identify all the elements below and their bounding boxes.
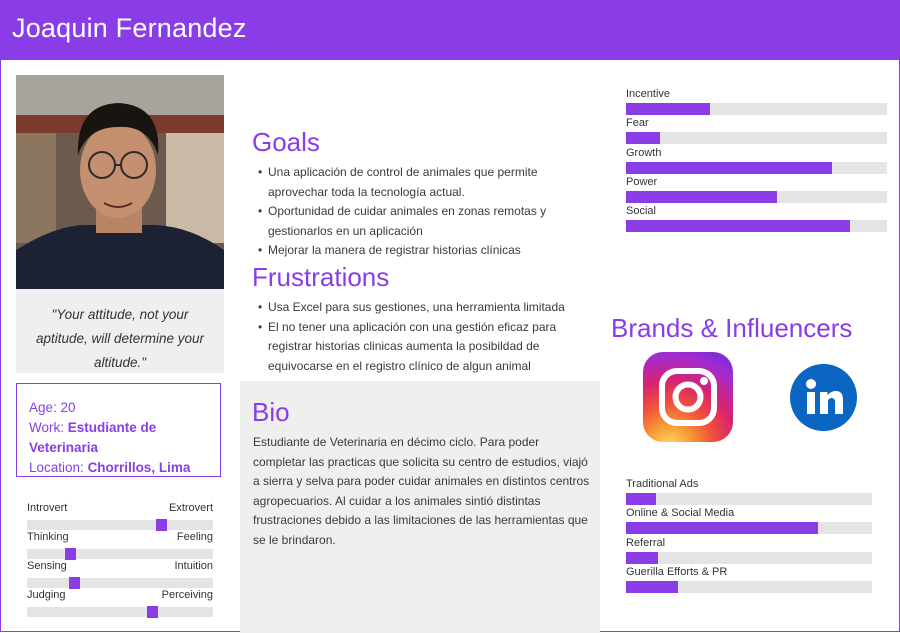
channel-fill (626, 493, 656, 505)
persona-quote: "Your attitude, not your aptitude, will … (35, 307, 205, 370)
channel-fill (626, 522, 818, 534)
channel-label: Online & Social Media (626, 507, 735, 519)
trait-right-label: Perceiving (161, 589, 213, 601)
motivation-fill (626, 103, 710, 115)
trait-right-label: Extrovert (168, 502, 213, 514)
motivation-fill (626, 132, 660, 144)
bio-text: Estudiante de Veterinaria en décimo cicl… (253, 435, 590, 547)
location-row: Location: Chorrillos, Lima (29, 458, 220, 478)
channel-label: Referral (626, 537, 666, 549)
channel-fill (626, 581, 678, 593)
brands-title: Brands & Influencers (611, 313, 853, 343)
motivation-fill (626, 162, 833, 174)
trait-left-label: Judging (27, 589, 66, 601)
goal-item: Una aplicación de control de animales qu… (252, 163, 592, 202)
frustrations-list: Usa Excel para sus gestiones, una herram… (252, 298, 592, 376)
location-label: Location: (29, 460, 84, 475)
trait-track (27, 519, 213, 531)
channel-fill (626, 552, 658, 564)
goals-title: Goals (252, 127, 320, 157)
channel-online-social: Online & Social Media (626, 507, 872, 534)
instagram-logo-icon (643, 352, 733, 442)
motivation-fear: Fear (626, 117, 887, 144)
goal-item: Mejorar la manera de registrar historias… (252, 241, 592, 261)
trait-right-label: Intuition (174, 560, 213, 572)
trait-left-label: Thinking (27, 531, 69, 543)
trait-right-label: Feeling (176, 531, 213, 543)
channel-guerilla: Guerilla Efforts & PR (626, 566, 872, 593)
trait-track (27, 548, 213, 560)
motivation-track (626, 191, 887, 203)
trait-marker (146, 606, 158, 618)
location-value: Chorrillos, Lima (87, 460, 191, 475)
trait-track (27, 606, 213, 618)
motivation-fill (626, 220, 851, 232)
bio-title: Bio (252, 397, 290, 427)
trait-left-label: Sensing (27, 560, 67, 572)
persona-info-box: Age: 20 Work: Estudiante de Veterinaria … (16, 383, 221, 477)
trait-judging-perceiving: Judging Perceiving (27, 589, 213, 618)
motivation-track (626, 162, 887, 174)
frustration-item: Usa Excel para sus gestiones, una herram… (252, 298, 592, 318)
motivation-incentive: Incentive (626, 88, 887, 115)
motivation-label: Social (626, 205, 656, 217)
trait-sensing-intuition: Sensing Intuition (27, 560, 213, 589)
trait-marker (68, 577, 80, 589)
persona-photo (16, 75, 224, 289)
channel-track (626, 581, 872, 593)
channel-label: Traditional Ads (626, 478, 699, 490)
age-value: 20 (60, 400, 76, 415)
trait-left-label: Introvert (27, 502, 68, 514)
goals-list: Una aplicación de control de animales qu… (252, 163, 592, 261)
trait-marker (64, 548, 76, 560)
trait-thinking-feeling: Thinking Feeling (27, 531, 213, 560)
motivation-track (626, 132, 887, 144)
work-row: Work: Estudiante de Veterinaria (29, 418, 220, 458)
motivation-power: Power (626, 176, 887, 203)
persona-name: Joaquin Fernandez (12, 13, 247, 43)
age-label: Age: (29, 400, 57, 415)
channel-track (626, 552, 872, 564)
frustration-item: El no tener una aplicación con una gesti… (252, 318, 592, 377)
work-label: Work: (29, 420, 65, 435)
header-bar: Joaquin Fernandez (0, 0, 900, 60)
trait-introvert-extrovert: Introvert Extrovert (27, 502, 213, 531)
channel-label: Guerilla Efforts & PR (626, 566, 728, 578)
channel-track (626, 522, 872, 534)
frustrations-title: Frustrations (252, 262, 390, 292)
motivation-social: Social (626, 205, 887, 232)
motivation-track (626, 103, 887, 115)
channel-traditional-ads: Traditional Ads (626, 478, 872, 505)
motivation-fill (626, 191, 778, 203)
motivation-label: Power (626, 176, 658, 188)
motivation-label: Growth (626, 147, 662, 159)
goal-item: Oportunidad de cuidar animales en zonas … (252, 202, 592, 241)
channel-track (626, 493, 872, 505)
trait-marker (155, 519, 167, 531)
trait-track (27, 577, 213, 589)
motivation-track (626, 220, 887, 232)
age-row: Age: 20 (29, 398, 220, 418)
channel-referral: Referral (626, 537, 872, 564)
motivation-growth: Growth (626, 147, 887, 174)
motivation-label: Fear (626, 117, 649, 129)
motivation-label: Incentive (626, 88, 671, 100)
persona-quote-box: "Your attitude, not your aptitude, will … (16, 289, 224, 373)
linkedin-logo-icon (790, 364, 857, 431)
